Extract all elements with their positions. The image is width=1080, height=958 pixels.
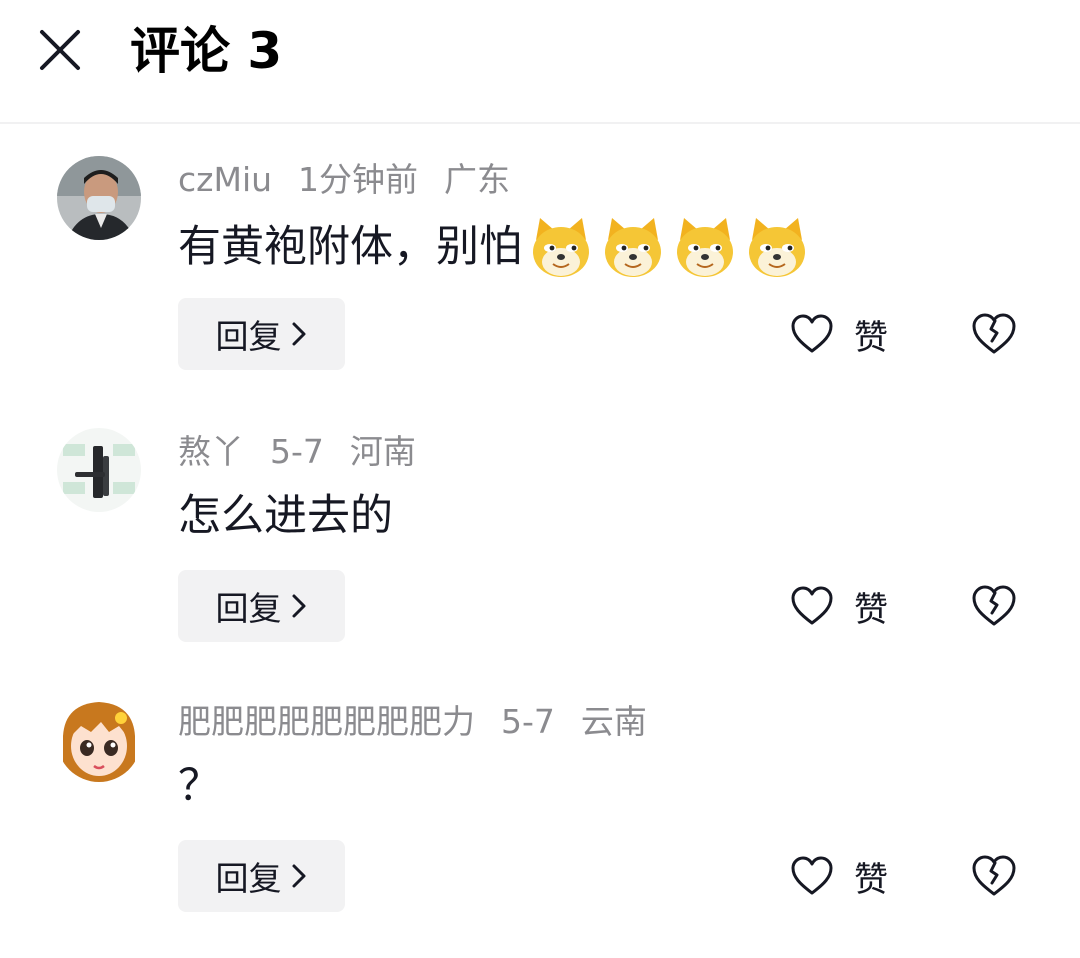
avatar[interactable] xyxy=(57,156,141,240)
comment-item: 熬丫 5-7 河南 怎么进去的 回复 赞 xyxy=(0,428,1080,688)
comment-meta: czMiu 1分钟前 广东 xyxy=(178,158,510,202)
page-title: 评论 3 xyxy=(130,22,283,80)
comment-text-row: 有黄袍附体，别怕 xyxy=(178,214,810,280)
comments-header: 评论 3 xyxy=(0,0,1080,124)
comment-text: 有黄袍附体，别怕 xyxy=(178,222,522,272)
comment-item: 肥肥肥肥肥肥肥肥力 5-7 云南 ？ 回复 赞 xyxy=(0,698,1080,958)
avatar[interactable] xyxy=(57,428,141,512)
comment-text: ？ xyxy=(178,761,221,811)
broken-heart-icon xyxy=(972,585,1016,626)
comment-text-row: 怎么进去的 xyxy=(178,486,393,546)
comment-username[interactable]: czMiu xyxy=(178,160,272,199)
chevron-right-icon xyxy=(292,594,305,618)
comment-time: 1分钟前 xyxy=(298,160,419,199)
doge-emoji xyxy=(528,214,594,280)
comment-meta: 熬丫 5-7 河南 xyxy=(178,430,416,474)
comment-location: 云南 xyxy=(580,702,647,741)
dislike-button[interactable] xyxy=(970,308,1018,360)
like-label: 赞 xyxy=(854,859,888,900)
heart-icon xyxy=(791,856,833,895)
dislike-button[interactable] xyxy=(970,580,1018,632)
like-label: 赞 xyxy=(854,317,888,358)
reply-label: 回复 xyxy=(215,589,282,628)
comment-location: 广东 xyxy=(444,160,511,199)
comment-text: 怎么进去的 xyxy=(178,491,393,541)
heart-icon xyxy=(791,314,833,353)
doge-emoji xyxy=(600,214,666,280)
broken-heart-icon xyxy=(972,313,1016,354)
doge-emoji xyxy=(744,214,810,280)
reply-label: 回复 xyxy=(215,317,282,356)
like-button[interactable]: 赞 xyxy=(790,580,888,632)
like-button[interactable]: 赞 xyxy=(790,850,888,902)
like-label: 赞 xyxy=(854,589,888,630)
heart-icon xyxy=(791,586,833,625)
dislike-button[interactable] xyxy=(970,850,1018,902)
reply-label: 回复 xyxy=(215,859,282,898)
chevron-right-icon xyxy=(292,322,305,346)
comment-text-row: ？ xyxy=(178,756,221,816)
close-button[interactable] xyxy=(34,24,86,76)
reply-button[interactable]: 回复 xyxy=(178,840,345,912)
broken-heart-icon xyxy=(972,855,1016,896)
avatar[interactable] xyxy=(57,698,141,782)
reply-button[interactable]: 回复 xyxy=(178,298,345,370)
close-icon xyxy=(40,30,80,70)
like-button[interactable]: 赞 xyxy=(790,308,888,360)
comment-meta: 肥肥肥肥肥肥肥肥力 5-7 云南 xyxy=(178,700,647,744)
comment-username[interactable]: 肥肥肥肥肥肥肥肥力 xyxy=(178,702,475,741)
doge-emoji xyxy=(672,214,738,280)
reply-button[interactable]: 回复 xyxy=(178,570,345,642)
chevron-right-icon xyxy=(292,864,305,888)
comment-location: 河南 xyxy=(349,432,416,471)
comment-item: czMiu 1分钟前 广东 有黄袍附体，别怕 回复 赞 xyxy=(0,156,1080,416)
comment-time: 5-7 xyxy=(270,432,324,471)
comment-time: 5-7 xyxy=(501,702,555,741)
comment-username[interactable]: 熬丫 xyxy=(178,432,244,471)
